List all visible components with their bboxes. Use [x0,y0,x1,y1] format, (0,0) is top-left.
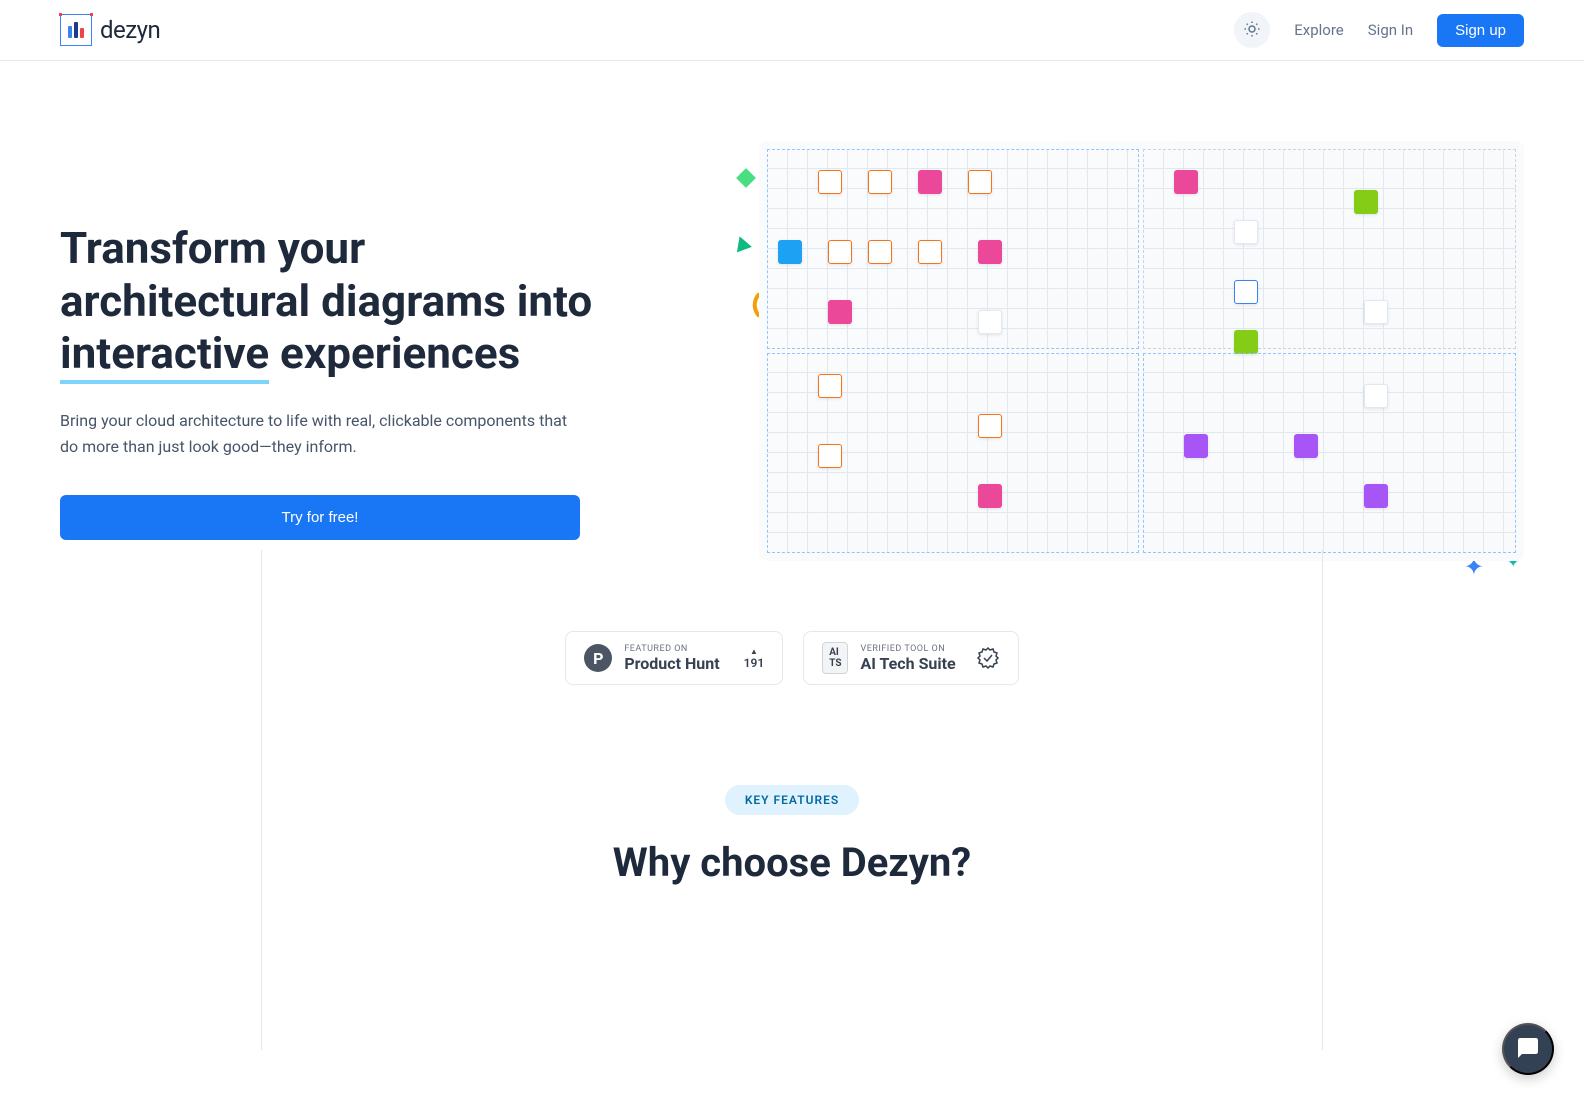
product-hunt-badge[interactable]: P FEATURED ON Product Hunt ▲ 191 [565,631,783,685]
header: dezyn Explore Sign In Sign up [0,0,1584,61]
hero-diagram-area: ✦ ✦ [759,141,1524,561]
aits-icon: AITS [822,642,848,674]
hero-title-after: experiences [269,327,520,379]
upvote-icon: ▲ [750,647,758,656]
ph-count: 191 [744,656,765,670]
sun-icon [1243,20,1261,41]
hero-content: Transform your architectural diagrams in… [60,162,719,541]
triangle-icon [732,234,752,253]
logo-icon [60,14,92,46]
product-hunt-icon: P [584,644,612,672]
hero-section: Transform your architectural diagrams in… [0,61,1584,601]
nav-signin-link[interactable]: Sign In [1368,21,1413,39]
architecture-diagram-preview [759,141,1524,561]
logo[interactable]: dezyn [60,14,160,46]
features-section: KEY FEATURES Why choose Dezyn? [0,745,1584,926]
badges-section: P FEATURED ON Product Hunt ▲ 191 AITS Ve… [0,601,1584,745]
aits-verified-label: Verified Tool on [860,644,955,654]
ai-tech-suite-badge[interactable]: AITS Verified Tool on AI Tech Suite [803,631,1018,685]
hero-title-line2: architectural diagrams into [60,275,592,327]
divider-left [261,550,262,1050]
ph-name: Product Hunt [624,654,719,673]
features-title: Why choose Dezyn? [0,839,1584,886]
hero-title-line1: Transform your [60,222,365,274]
chat-icon [1516,1036,1540,1063]
chat-button[interactable] [1502,1023,1554,1075]
key-features-pill: KEY FEATURES [725,785,859,815]
divider-right [1322,550,1323,1050]
hero-subtitle: Bring your cloud architecture to life wi… [60,408,580,459]
theme-toggle-button[interactable] [1234,12,1270,48]
try-free-button[interactable]: Try for free! [60,495,580,540]
signup-button[interactable]: Sign up [1437,14,1524,47]
diamond-icon [736,168,756,188]
hero-title-highlight: interactive [60,327,269,384]
logo-text: dezyn [100,16,160,44]
nav-right: Explore Sign In Sign up [1234,12,1524,48]
verified-check-icon [976,646,1000,670]
nav-explore-link[interactable]: Explore [1294,21,1344,39]
hero-title: Transform your architectural diagrams in… [60,222,719,384]
aits-name: AI Tech Suite [860,654,955,673]
ph-featured-label: FEATURED ON [624,644,719,654]
